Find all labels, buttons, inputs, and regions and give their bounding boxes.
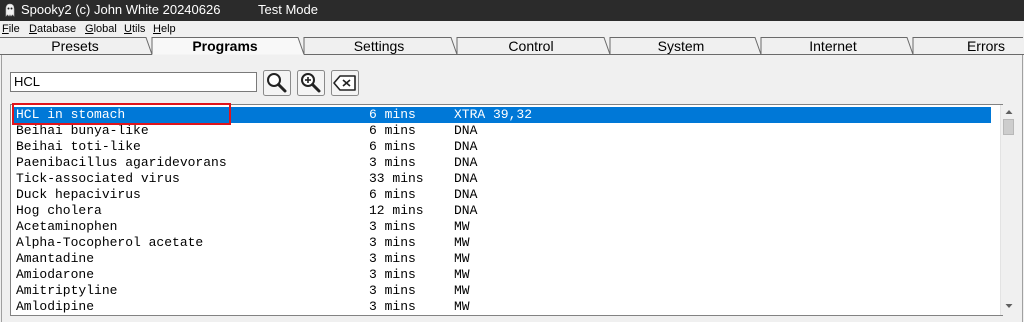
tab-presets[interactable]: Presets	[51, 38, 98, 54]
program-type: XTRA 39,32	[454, 107, 533, 122]
program-duration: 3 mins	[369, 267, 416, 282]
search-input[interactable]: HCL	[10, 72, 257, 92]
menu-database[interactable]: Database	[29, 22, 76, 36]
menu-file[interactable]: File	[2, 22, 20, 36]
program-duration: 6 mins	[369, 139, 416, 154]
list-item[interactable]: Amantadine 3 mins MW	[12, 251, 991, 267]
clear-backspace-icon[interactable]	[331, 70, 359, 96]
program-name: Beihai bunya-like	[16, 123, 149, 138]
program-type: MW	[454, 251, 470, 266]
program-list[interactable]: HCL in stomach 6 mins XTRA 39,32 Beihai …	[10, 104, 1003, 316]
program-type: DNA	[454, 155, 478, 170]
program-duration: 33 mins	[369, 171, 424, 186]
program-name: Paenibacillus agaridevorans	[16, 155, 227, 170]
program-type: MW	[454, 283, 470, 298]
tab-settings[interactable]: Settings	[354, 38, 405, 54]
program-duration: 3 mins	[369, 235, 416, 250]
program-name: Tick-associated virus	[16, 171, 180, 186]
program-type: DNA	[454, 139, 478, 154]
magnifier-icon[interactable]	[263, 70, 291, 96]
list-item[interactable]: Paenibacillus agaridevorans 3 mins DNA	[12, 155, 991, 171]
title-bar: Spooky2 (c) John White 20240626 Test Mod…	[0, 0, 1024, 21]
zoom-in-icon[interactable]	[297, 70, 325, 96]
list-item[interactable]: Amiodarone 3 mins MW	[12, 267, 991, 283]
program-type: DNA	[454, 187, 478, 202]
selection-highlight-box	[12, 103, 231, 125]
program-duration: 3 mins	[369, 219, 416, 234]
tab-internet[interactable]: Internet	[809, 38, 856, 54]
program-name: Alpha-Tocopherol acetate	[16, 235, 204, 250]
tab-programs[interactable]: Programs	[192, 38, 257, 54]
program-name: Amlodipine	[16, 299, 95, 314]
list-item[interactable]: Beihai toti-like 6 mins DNA	[12, 139, 991, 155]
menu-help[interactable]: Help	[153, 22, 176, 36]
list-item[interactable]: Amlodipine 3 mins MW	[12, 299, 991, 315]
program-type: DNA	[454, 203, 478, 218]
program-duration: 3 mins	[369, 299, 416, 314]
program-type: DNA	[454, 171, 478, 186]
tab-control[interactable]: Control	[508, 38, 553, 54]
program-type: MW	[454, 299, 470, 314]
program-duration: 3 mins	[369, 155, 416, 170]
tab-errors[interactable]: Errors	[967, 38, 1005, 54]
program-name: Amitriptyline	[16, 283, 118, 298]
program-duration: 3 mins	[369, 251, 416, 266]
program-duration: 3 mins	[369, 283, 416, 298]
list-scrollbar[interactable]	[1000, 105, 1016, 315]
program-duration: 6 mins	[369, 187, 416, 202]
menu-bar: File Database Global Utils Help	[0, 21, 1024, 37]
tab-strip: Presets Programs Settings Control System…	[0, 37, 1024, 55]
scroll-down-arrow-icon[interactable]	[1004, 301, 1014, 311]
tab-system[interactable]: System	[658, 38, 705, 54]
program-name: Amiodarone	[16, 267, 95, 282]
program-name: Beihai toti-like	[16, 139, 141, 154]
program-name: Hog cholera	[16, 203, 102, 218]
list-item[interactable]: Duck hepacivirus 6 mins DNA	[12, 187, 991, 203]
window-title: Spooky2 (c) John White 20240626	[21, 2, 221, 17]
list-item[interactable]: Amitriptyline 3 mins MW	[12, 283, 991, 299]
program-type: DNA	[454, 123, 478, 138]
program-type: MW	[454, 267, 470, 282]
program-name: Duck hepacivirus	[16, 187, 141, 202]
program-type: MW	[454, 219, 470, 234]
mode-label: Test Mode	[258, 2, 318, 17]
list-item[interactable]: Hog cholera 12 mins DNA	[12, 203, 991, 219]
program-duration: 6 mins	[369, 107, 416, 122]
program-type: MW	[454, 235, 470, 250]
program-name: Acetaminophen	[16, 219, 118, 234]
menu-global[interactable]: Global	[85, 22, 117, 36]
list-item[interactable]: Beihai bunya-like 6 mins DNA	[12, 123, 991, 139]
program-name: Amantadine	[16, 251, 95, 266]
scroll-up-arrow-icon[interactable]	[1004, 107, 1014, 117]
scroll-thumb[interactable]	[1003, 119, 1014, 135]
list-item[interactable]: Acetaminophen 3 mins MW	[12, 219, 991, 235]
menu-utils[interactable]: Utils	[124, 22, 145, 36]
ghost-app-icon	[5, 3, 15, 17]
list-item[interactable]: Alpha-Tocopherol acetate 3 mins MW	[12, 235, 991, 251]
program-duration: 6 mins	[369, 123, 416, 138]
program-duration: 12 mins	[369, 203, 424, 218]
list-item[interactable]: Tick-associated virus 33 mins DNA	[12, 171, 991, 187]
